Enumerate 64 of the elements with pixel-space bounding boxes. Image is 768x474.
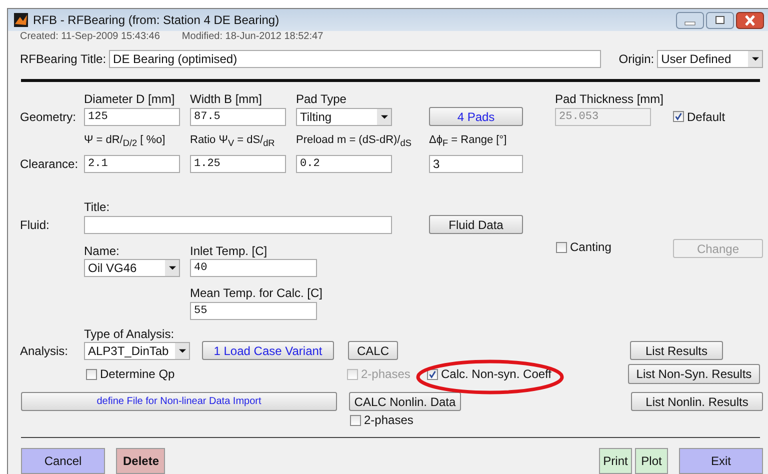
field-label: Ψ = dR/$_{D/2}$ [ %o] <box>84 133 166 151</box>
field-label: Name: <box>84 244 120 258</box>
list-results-button[interactable]: List Results <box>630 341 723 360</box>
field-label: Δϕ$_{F}$ = Range [°] <box>429 133 508 151</box>
section-label: Analysis: <box>20 344 70 358</box>
list-non-syn-button[interactable]: List Non-Syn. Results <box>628 364 760 384</box>
input-field[interactable]: 2.1 <box>84 154 180 172</box>
field-label: Inlet Temp. [C] <box>190 244 268 258</box>
section-label: Clearance: <box>20 156 80 170</box>
section-label: Geometry: <box>20 110 78 124</box>
title-label: RFBearing Title: <box>20 52 106 66</box>
fluid-data-button[interactable]: Fluid Data <box>429 215 523 234</box>
checkmark-icon <box>428 370 437 378</box>
define-file-button[interactable]: define File for Non-linear Data Import <box>21 392 337 411</box>
input-field[interactable]: 87.5 <box>190 108 286 126</box>
input-field[interactable] <box>84 216 392 234</box>
footer-button[interactable]: Delete <box>116 448 165 474</box>
fluid-dropdown[interactable]: Oil VG46 <box>84 258 180 276</box>
caret-icon <box>168 266 176 270</box>
close-icon[interactable] <box>736 12 764 28</box>
input-field[interactable]: 1.25 <box>190 154 286 172</box>
footer-button[interactable]: Plot <box>635 448 668 474</box>
footer-button[interactable]: Cancel <box>21 448 105 474</box>
input-field[interactable]: 55 <box>190 302 317 320</box>
load-case-button[interactable]: 1 Load Case Variant <box>202 341 334 360</box>
analysis-dropdown[interactable]: ALP3T_DinTab <box>84 342 190 360</box>
input-field[interactable]: 0.2 <box>296 154 392 172</box>
section-label: Fluid: <box>20 218 50 232</box>
window-title: RFB - RFBearing (from: Station 4 DE Bearing) <box>33 13 280 27</box>
footer-button[interactable]: Exit <box>679 448 763 474</box>
field-label: Width B [mm] <box>190 92 264 106</box>
calc-button[interactable]: CALC <box>348 341 398 360</box>
origin-label: Origin: <box>618 52 654 66</box>
app-icon <box>14 13 28 27</box>
list-nonlin-button[interactable]: List Nonlin. Results <box>631 392 763 411</box>
dropdown[interactable]: Tilting <box>296 108 392 126</box>
determine-qp-checkbox[interactable]: Determine Qp <box>84 367 347 381</box>
checkmark-icon <box>674 112 683 121</box>
two-phases-checkbox[interactable]: 2-phases <box>350 413 414 427</box>
caret-icon <box>380 114 388 118</box>
origin-dropdown[interactable]: User Defined <box>657 50 763 68</box>
input-field[interactable]: 125 <box>84 108 180 126</box>
input-field[interactable]: 3 <box>429 154 523 172</box>
caret-icon <box>752 56 758 60</box>
minimize-icon[interactable] <box>676 12 704 28</box>
modified-date: Modified: 18-Jun-2012 18:52:47 <box>182 31 324 44</box>
canting-checkbox[interactable]: Canting <box>556 240 673 254</box>
caret-icon <box>178 348 186 352</box>
title-field[interactable]: DE Bearing (optimised) <box>109 50 601 68</box>
default-checkbox[interactable]: Default <box>673 110 726 124</box>
footer-button[interactable]: Print <box>599 448 632 474</box>
field-label: Pad Type <box>296 92 348 106</box>
field-label: Mean Temp. for Calc. [C] <box>190 286 322 300</box>
field-label: Preload m = (dS-dR)/$_{dS}$ <box>296 133 412 151</box>
input-field[interactable]: 40 <box>190 258 317 276</box>
field-label: Type of Analysis: <box>84 326 174 340</box>
created-date: Created: 11-Sep-2009 15:43:46 <box>20 31 160 44</box>
field-label: Pad Thickness [mm] <box>555 92 664 106</box>
maximize-icon[interactable] <box>706 12 734 28</box>
field-label: Title: <box>84 200 110 214</box>
field-label: Ratio Ψ$_{V}$ = dS/$_{dR}$ <box>190 133 276 151</box>
calc-nonlin-button[interactable]: CALC Nonlin. Data <box>349 392 461 411</box>
field-label: Diameter D [mm] <box>84 92 176 106</box>
pads-button[interactable]: 4 Pads <box>429 107 523 126</box>
